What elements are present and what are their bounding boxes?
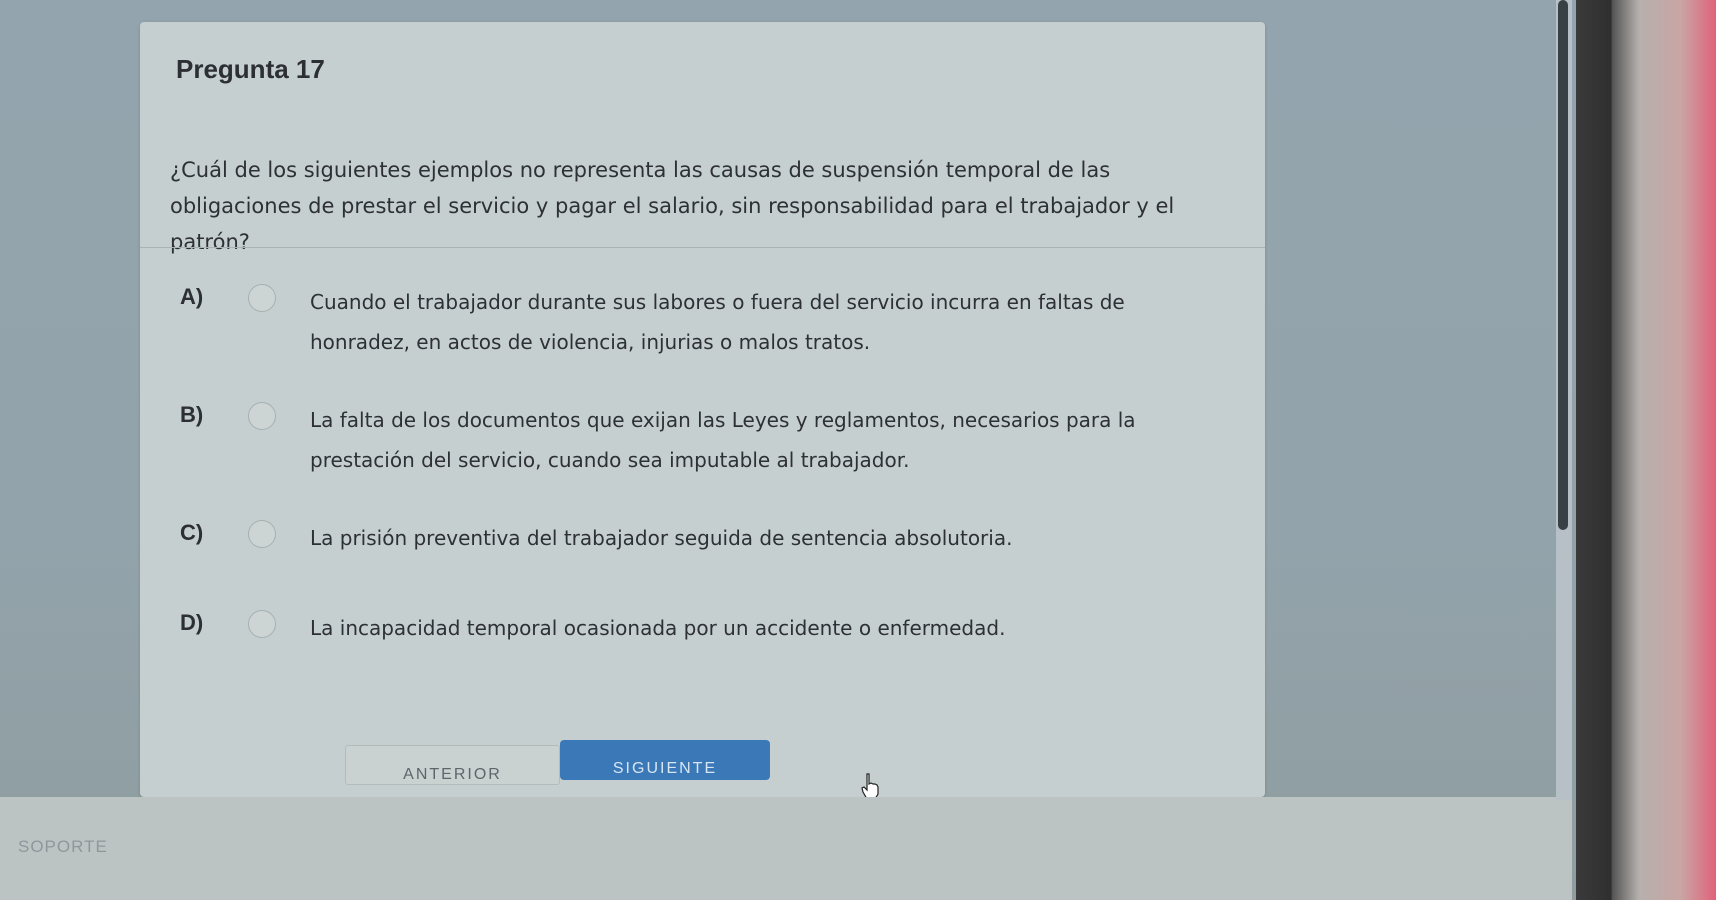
option-text: La falta de los documentos que exijan la… [310, 408, 1136, 472]
radio-unchecked-icon[interactable] [248, 284, 276, 312]
support-link[interactable]: SOPORTE [18, 837, 108, 857]
option-letter: A) [180, 284, 204, 309]
option-letter: D) [180, 610, 204, 635]
scrollbar-thumb[interactable] [1558, 0, 1568, 530]
question-card: Pregunta 17 ¿Cuál de los siguientes ejem… [140, 22, 1265, 797]
option-text: La prisión preventiva del trabajador seg… [310, 526, 1013, 550]
radio-unchecked-icon[interactable] [248, 520, 276, 548]
hand-pointer-icon [861, 773, 879, 800]
footer-bar: SOPORTE [0, 797, 1572, 900]
option-text: La incapacidad temporal ocasionada por u… [310, 616, 1006, 640]
question-title: Pregunta 17 [176, 54, 325, 84]
monitor-bezel [1576, 0, 1716, 900]
option-letter: C) [180, 520, 204, 545]
radio-unchecked-icon[interactable] [248, 610, 276, 638]
question-divider [140, 247, 1265, 248]
previous-button[interactable]: ANTERIOR [345, 745, 560, 785]
next-button[interactable]: SIGUIENTE [560, 740, 770, 780]
option-text: Cuando el trabajador durante sus labores… [310, 290, 1125, 354]
radio-unchecked-icon[interactable] [248, 402, 276, 430]
option-letter: B) [180, 402, 204, 427]
question-text: ¿Cuál de los siguientes ejemplos no repr… [170, 158, 1175, 254]
